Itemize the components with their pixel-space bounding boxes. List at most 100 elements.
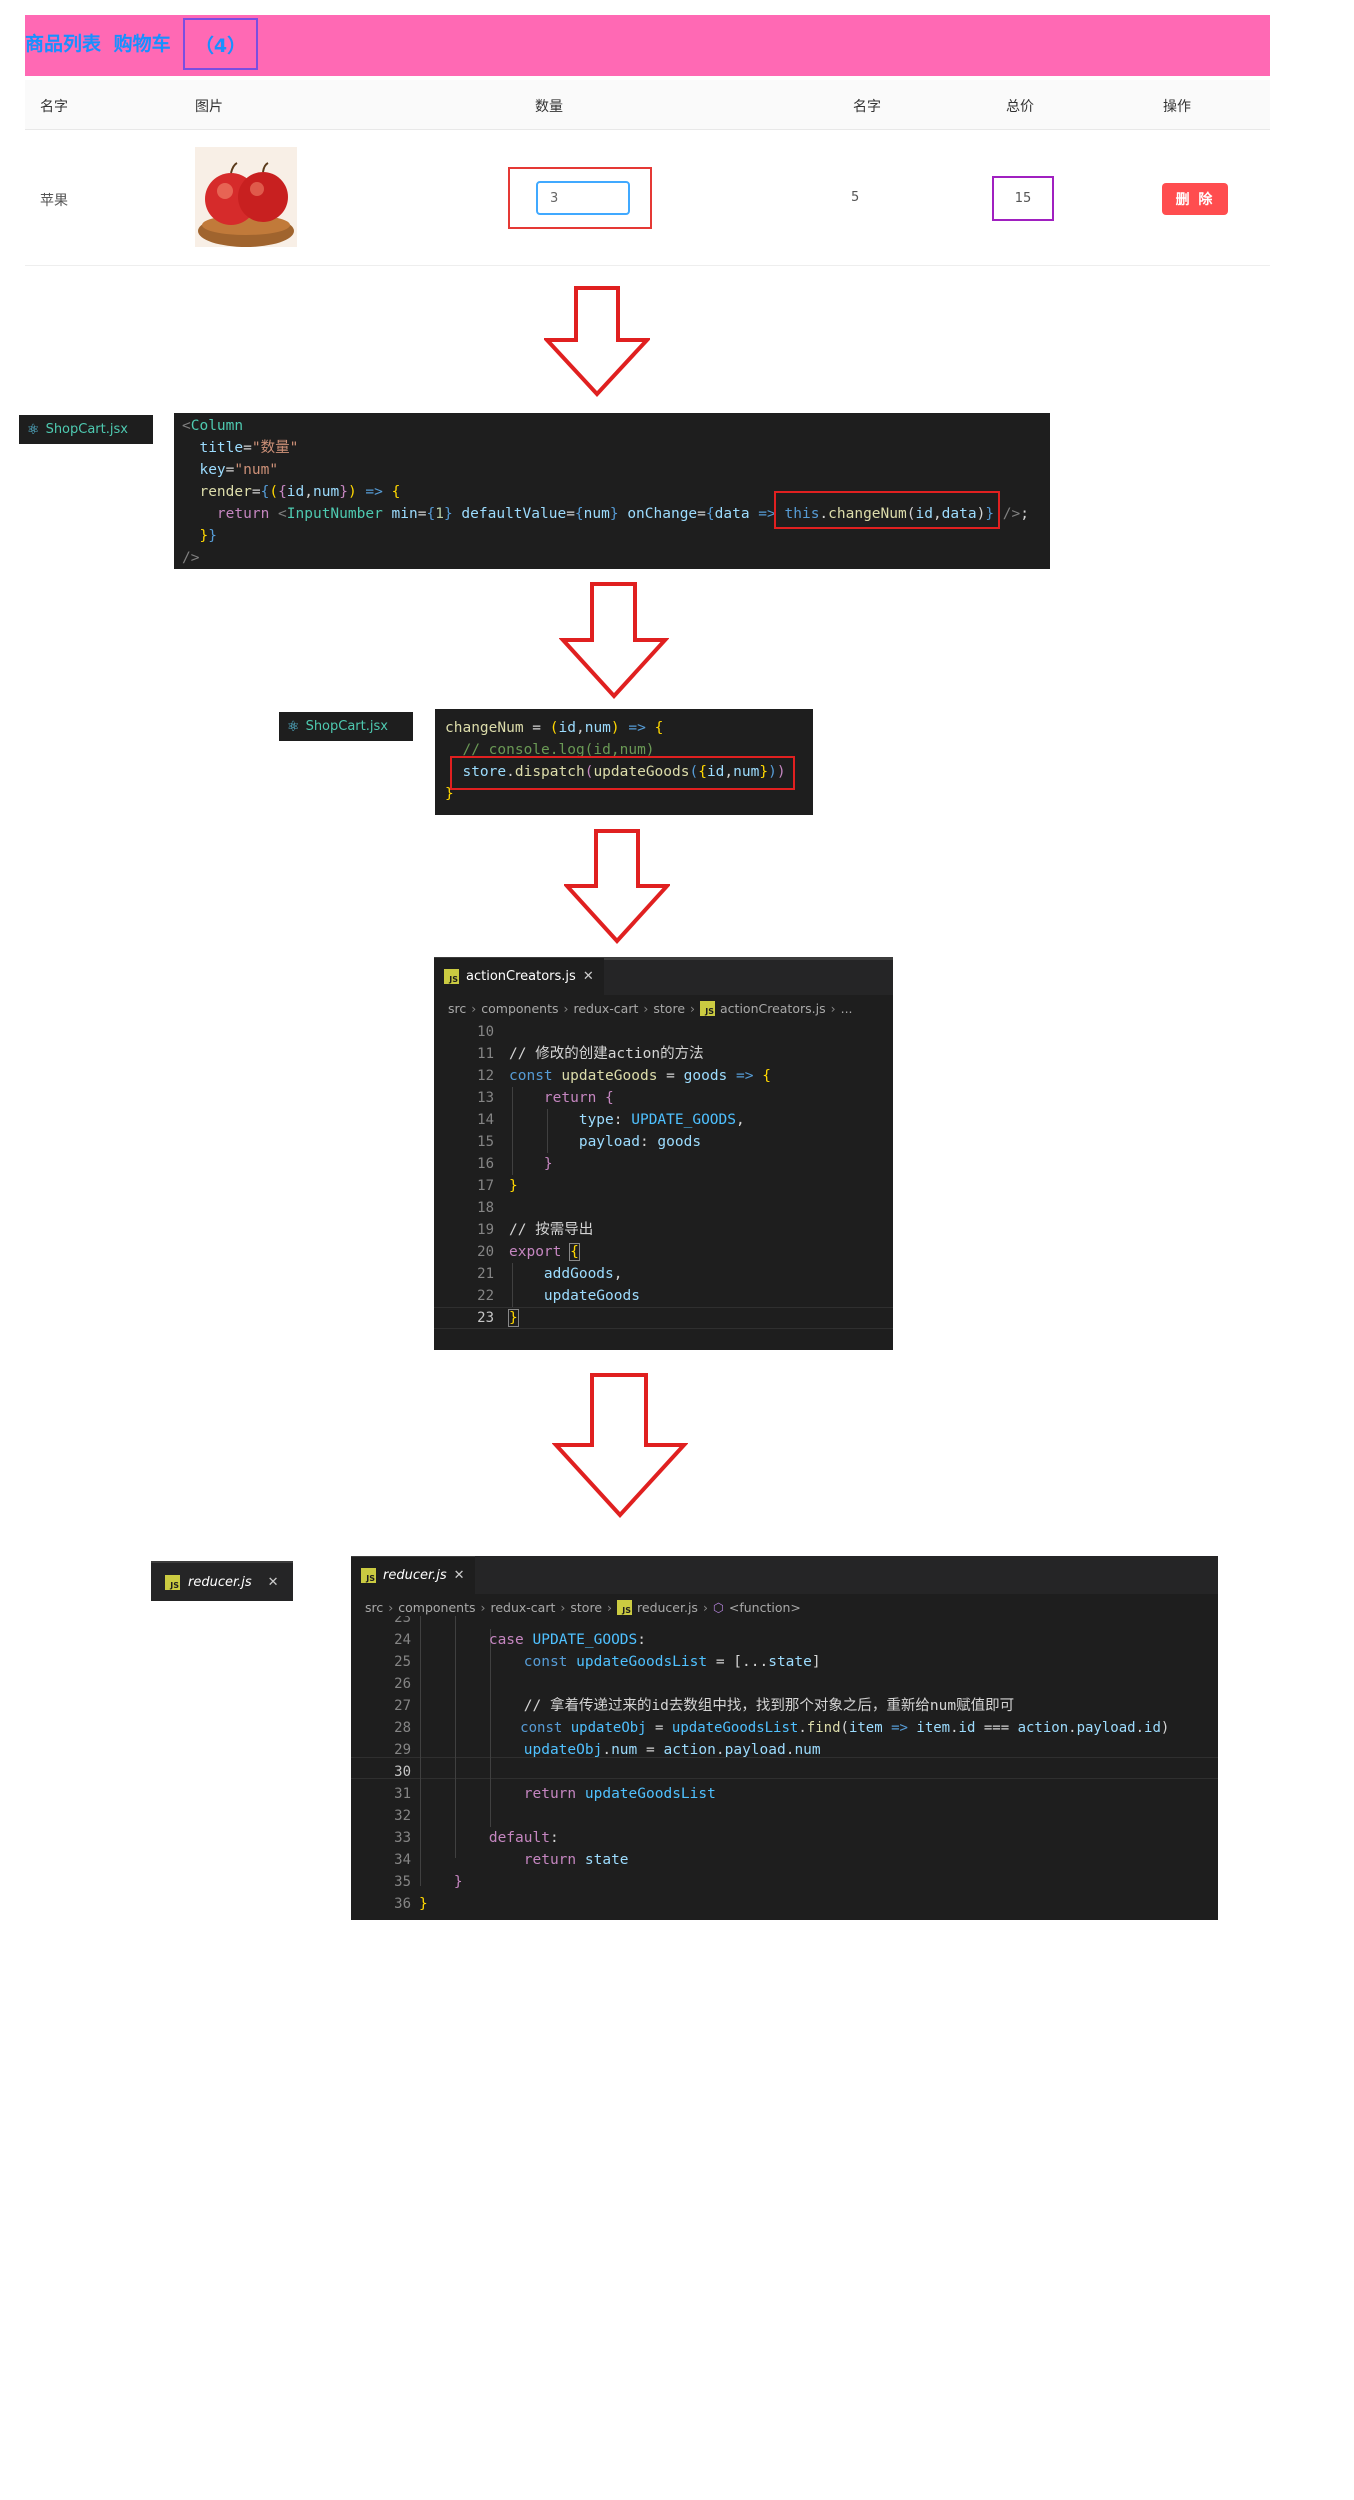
- cart-header-bar: 商品列表 购物车 （4）: [25, 15, 1270, 76]
- breadcrumb-item[interactable]: store: [570, 1600, 602, 1615]
- line-number: 19: [477, 1222, 494, 1238]
- close-icon[interactable]: ✕: [583, 969, 594, 984]
- line-number: 22: [477, 1288, 494, 1304]
- breadcrumb: src › components › redux-cart › store › JS a…: [434, 995, 893, 1021]
- column-header-name-2: 名字: [853, 99, 881, 115]
- line-number: 24: [394, 1632, 411, 1648]
- code-line: }: [509, 1178, 518, 1194]
- code-line: return state: [523, 1852, 629, 1868]
- breadcrumb-item[interactable]: reducer.js: [637, 1600, 698, 1615]
- current-line-highlight: [434, 1307, 893, 1329]
- breadcrumb-item[interactable]: actionCreators.js: [720, 1001, 826, 1016]
- code-line: // 拿着传递过来的id去数组中找，找到那个对象之后，重新给num赋值即可: [419, 1698, 1015, 1714]
- editor-tab[interactable]: JS reducer.js ✕: [351, 1556, 475, 1594]
- line-number: 27: [394, 1698, 411, 1714]
- line-number: 13: [477, 1090, 494, 1106]
- js-file-icon: JS: [444, 969, 459, 984]
- quantity-stepper[interactable]: [536, 181, 630, 215]
- code-line: payload: goods: [578, 1134, 702, 1150]
- breadcrumb-item[interactable]: src: [448, 1001, 466, 1016]
- breadcrumb-item[interactable]: components: [398, 1600, 475, 1615]
- line-number: 23: [394, 1616, 411, 1626]
- editor-tab-bar: JS actionCreators.js ✕: [434, 957, 893, 995]
- code-line: }: [453, 1874, 463, 1890]
- editor-tab[interactable]: JS actionCreators.js ✕: [434, 957, 604, 995]
- cell-name: 苹果: [40, 193, 68, 209]
- line-number: 29: [394, 1742, 411, 1758]
- line-number: 32: [394, 1808, 411, 1824]
- line-number: 20: [477, 1244, 494, 1260]
- line-number: 28: [394, 1720, 411, 1736]
- chevron-right-icon: ›: [830, 1000, 836, 1016]
- file-label-text: ShopCart.jsx: [305, 719, 388, 734]
- code-line: type: UPDATE_GOODS,: [578, 1112, 745, 1128]
- code-snippet-changenum: changeNum = (id,num) => { // console.log…: [435, 709, 813, 815]
- js-file-icon: JS: [361, 1568, 376, 1583]
- cart-nav: 商品列表 购物车: [25, 29, 171, 56]
- chevron-right-icon: ›: [480, 1599, 486, 1615]
- code-line: const updateObj = updateGoodsList.find(i…: [520, 1720, 1170, 1736]
- line-number: 31: [394, 1786, 411, 1802]
- line-number: 11: [477, 1046, 494, 1062]
- code-line: default:: [488, 1830, 559, 1846]
- nav-link-cart[interactable]: 购物车: [114, 29, 171, 56]
- code-lines: 10 11 // 修改的创建action的方法 12 const updateG…: [434, 1021, 893, 1341]
- editor-reducer: JS reducer.js ✕ src › components › redux-c…: [351, 1556, 1218, 1920]
- code-line: return updateGoodsList: [523, 1786, 716, 1802]
- cell-total: 15: [992, 176, 1054, 221]
- delete-button[interactable]: 删 除: [1162, 183, 1228, 215]
- react-icon: ⚛: [27, 421, 40, 438]
- breadcrumb-item[interactable]: redux-cart: [573, 1001, 638, 1016]
- file-label-text: reducer.js: [188, 1574, 252, 1590]
- line-number: 35: [394, 1874, 411, 1890]
- chevron-right-icon: ›: [560, 1599, 566, 1615]
- line-number: 25: [394, 1654, 411, 1670]
- line-number: 10: [477, 1024, 494, 1040]
- code-line: export {: [509, 1243, 580, 1261]
- line-number: 36: [394, 1896, 411, 1912]
- cube-icon: ⬡: [712, 1599, 724, 1615]
- line-number: 15: [477, 1134, 494, 1150]
- code-line: }: [508, 1309, 519, 1327]
- code-line: addGoods,: [543, 1266, 623, 1282]
- line-number: 14: [477, 1112, 494, 1128]
- line-number: 21: [477, 1266, 494, 1282]
- nav-link-products[interactable]: 商品列表: [25, 29, 101, 56]
- down-arrow-icon: [552, 1373, 688, 1518]
- line-number: 34: [394, 1852, 411, 1868]
- chevron-right-icon: ›: [702, 1599, 708, 1615]
- chevron-right-icon: ›: [563, 1000, 569, 1016]
- line-number: 17: [477, 1178, 494, 1194]
- down-arrow-icon: [544, 286, 650, 397]
- breadcrumb-item[interactable]: src: [365, 1600, 383, 1615]
- close-icon[interactable]: ✕: [454, 1568, 465, 1583]
- breadcrumb-item[interactable]: store: [653, 1001, 685, 1016]
- line-number: 26: [394, 1676, 411, 1692]
- code-line: // 按需导出: [509, 1222, 594, 1238]
- file-label-reducer: JS reducer.js ✕: [151, 1561, 293, 1601]
- column-header-quantity: 数量: [535, 99, 563, 115]
- editor-tab-label: actionCreators.js: [466, 969, 576, 984]
- file-label-text: ShopCart.jsx: [45, 422, 128, 437]
- column-header-image: 图片: [195, 99, 223, 115]
- breadcrumb-item[interactable]: components: [481, 1001, 558, 1016]
- breadcrumb-item[interactable]: ...: [841, 1001, 853, 1016]
- chevron-right-icon: ›: [643, 1000, 649, 1016]
- line-number: 30: [394, 1764, 411, 1780]
- code-line: updateObj.num = action.payload.num: [523, 1742, 821, 1758]
- code-line: updateGoods: [543, 1288, 640, 1304]
- breadcrumb-item[interactable]: <function>: [729, 1600, 801, 1615]
- code-line: return {: [543, 1090, 614, 1106]
- chevron-right-icon: ›: [388, 1599, 394, 1615]
- file-label-shopcart: ⚛ ShopCart.jsx: [19, 415, 153, 444]
- highlight-dispatch-call: [450, 756, 795, 790]
- chevron-right-icon: ›: [607, 1599, 613, 1615]
- line-number: 16: [477, 1156, 494, 1172]
- product-image: [195, 147, 297, 247]
- column-header-actions: 操作: [1163, 99, 1191, 115]
- breadcrumb-item[interactable]: redux-cart: [490, 1600, 555, 1615]
- code-line: const updateGoodsList = [...state]: [523, 1654, 821, 1670]
- js-file-icon: JS: [700, 1000, 716, 1016]
- cart-count-badge: （4）: [183, 18, 258, 70]
- close-icon[interactable]: ✕: [268, 1575, 279, 1590]
